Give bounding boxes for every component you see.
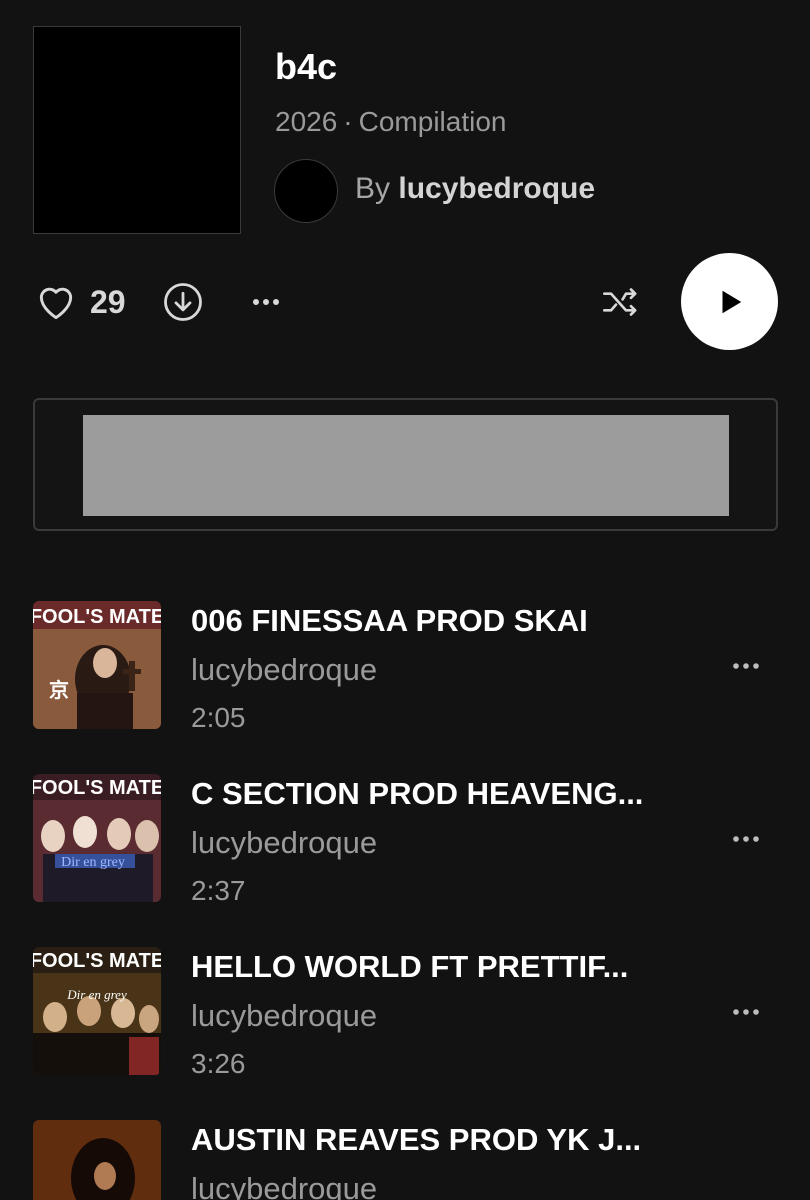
cover-title: FOOL'S MATE (33, 777, 161, 799)
play-button[interactable] (681, 253, 778, 350)
more-horizontal-icon[interactable] (729, 656, 763, 676)
like-count: 29 (90, 284, 126, 320)
track-row[interactable]: AUSTIN REAVES PROD YK J... lucybedroque (0, 1117, 810, 1200)
track-duration: 2:05 (191, 702, 246, 733)
by-prefix: By (355, 172, 391, 205)
owner-line[interactable]: By lucybedroque (355, 172, 595, 206)
track-cover: FOOL'S MATE 京 (33, 601, 161, 729)
cover-glyph: 京 (49, 678, 69, 702)
cover-title: FOOL'S MATE (33, 950, 161, 972)
owner-avatar[interactable] (274, 159, 338, 223)
cover-subtitle: Dir en grey (61, 855, 125, 870)
more-horizontal-icon[interactable] (729, 829, 763, 849)
cover-subtitle: Dir en grey (66, 987, 127, 1002)
meta-separator: · (343, 106, 353, 137)
heart-icon[interactable] (34, 280, 78, 324)
playlist-title: b4c (275, 46, 338, 87)
track-artist[interactable]: lucybedroque (191, 998, 377, 1034)
track-cover: FOOL'S MATE Dir en grey (33, 774, 161, 902)
playlist-header: b4c 2026 · Compilation By lucybedroque (0, 0, 810, 240)
playlist-cover (33, 26, 241, 234)
playlist-meta: 2026 · Compilation (275, 106, 506, 138)
track-cover: FOOL'S MATE Dir en grey (33, 947, 161, 1075)
shuffle-icon[interactable] (600, 282, 642, 322)
track-row[interactable]: FOOL'S MATE 京 006 FINESSAA PROD SKAI luc… (0, 598, 810, 733)
play-icon (722, 290, 741, 313)
track-title: C SECTION PROD HEAVENG... (191, 776, 644, 811)
download-icon[interactable] (162, 281, 204, 323)
track-cover (33, 1120, 161, 1200)
cover-title: FOOL'S MATE (33, 606, 161, 628)
playlist-kind: Compilation (358, 106, 507, 137)
track-title: 006 FINESSAA PROD SKAI (191, 603, 588, 638)
playlist-year: 2026 (275, 106, 338, 137)
track-duration: 3:26 (191, 1048, 246, 1079)
owner-name[interactable]: lucybedroque (398, 172, 595, 205)
track-duration: 2:37 (191, 875, 246, 906)
track-title: AUSTIN REAVES PROD YK J... (191, 1122, 642, 1157)
banner-image (83, 415, 729, 516)
more-horizontal-icon[interactable] (248, 290, 284, 314)
track-title: HELLO WORLD FT PRETTIF... (191, 949, 629, 984)
track-artist[interactable]: lucybedroque (191, 825, 377, 861)
track-artist[interactable]: lucybedroque (191, 1171, 377, 1200)
track-artist[interactable]: lucybedroque (191, 652, 377, 688)
action-bar: 29 (0, 252, 810, 352)
track-row[interactable]: FOOL'S MATE Dir en grey C SECTION PROD H… (0, 771, 810, 906)
track-row[interactable]: FOOL'S MATE Dir en grey HELLO WORLD FT P… (0, 944, 810, 1079)
more-horizontal-icon[interactable] (729, 1002, 763, 1022)
banner-ad-placeholder[interactable] (33, 398, 778, 531)
